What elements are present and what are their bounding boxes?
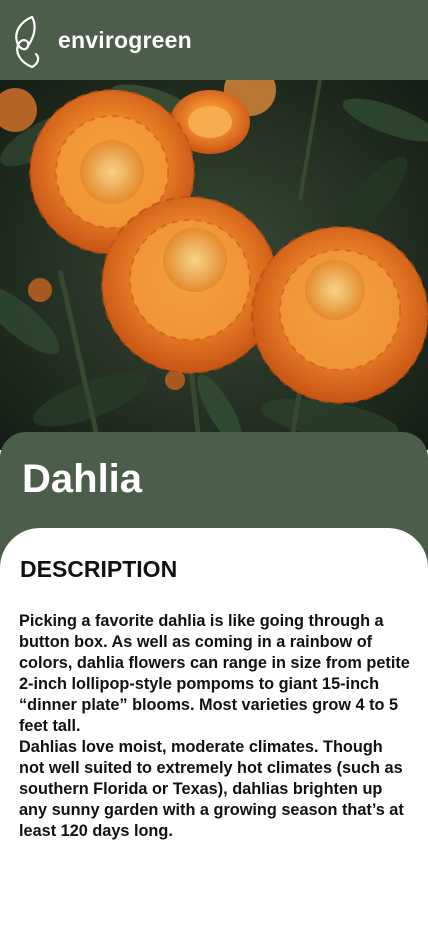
description-paragraph: Picking a favorite dahlia is like going …: [19, 612, 410, 735]
app-header: envirogreen: [0, 0, 428, 80]
dahlia-flowers-photo: [0, 80, 428, 450]
leaf-icon: [15, 15, 40, 69]
page-title: Dahlia: [22, 457, 143, 501]
description-text: Picking a favorite dahlia is like going …: [19, 611, 411, 842]
hero-image: [0, 80, 428, 450]
section-heading: DESCRIPTION: [20, 556, 178, 582]
brand-name: envirogreen: [58, 27, 192, 53]
description-paragraph: Dahlias love moist, moderate climates. T…: [19, 738, 404, 840]
